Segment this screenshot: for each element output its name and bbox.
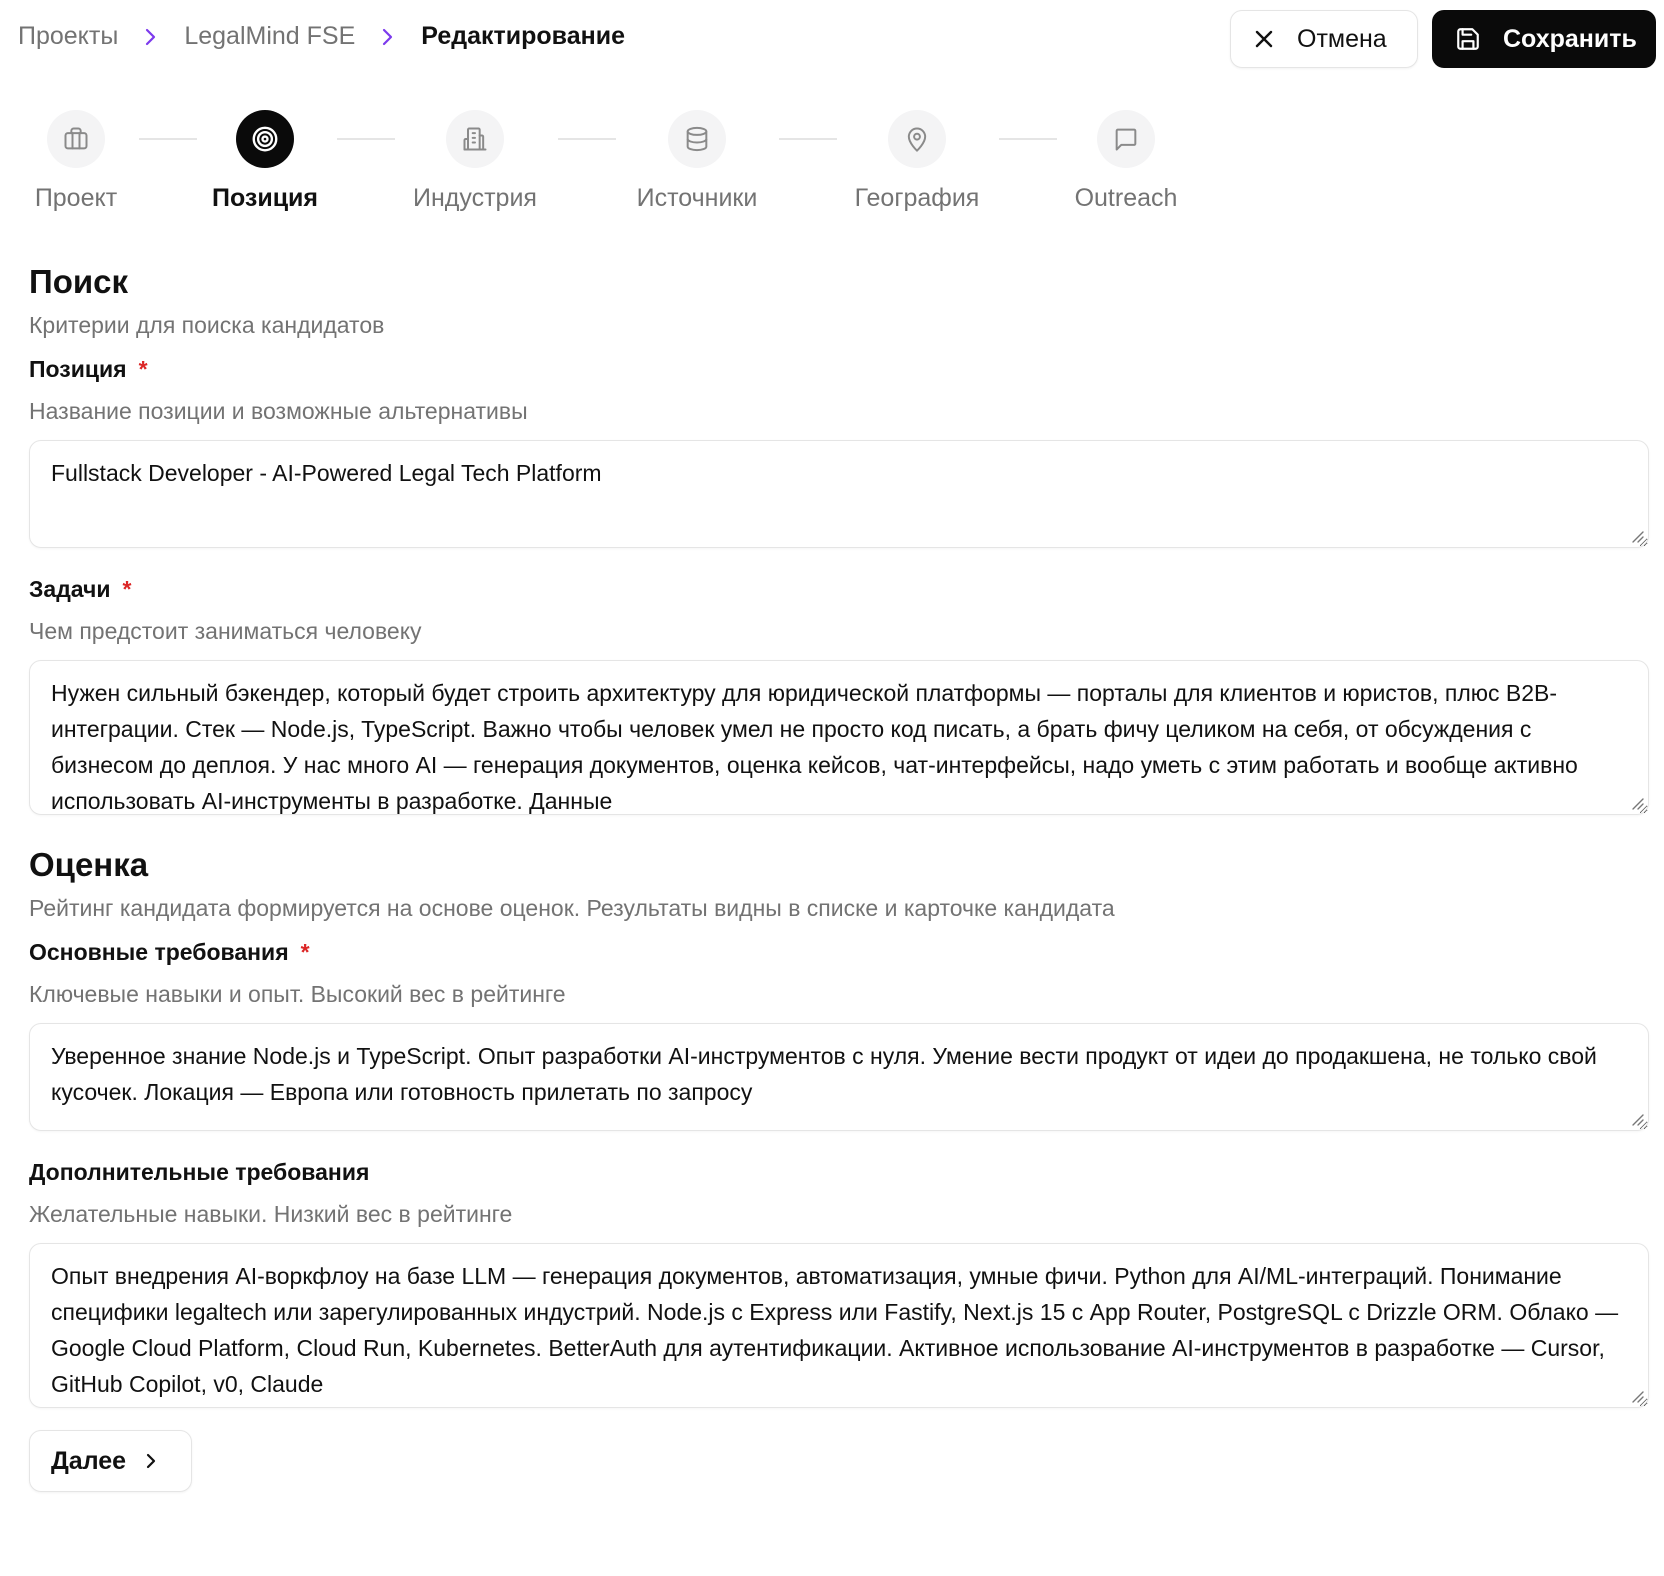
step-industry-label: Индустрия <box>413 184 537 212</box>
step-project-circle[interactable] <box>47 110 105 168</box>
tasks-label-text: Задачи <box>29 576 111 602</box>
step-industry-circle[interactable] <box>446 110 504 168</box>
next-button-label: Далее <box>51 1446 127 1475</box>
required-mark: * <box>300 939 310 965</box>
extra-requirements-label-text: Дополнительные требования <box>29 1159 370 1185</box>
extra-requirements-textarea[interactable]: Опыт внедрения AI-воркфлоу на базе LLM —… <box>29 1243 1649 1408</box>
search-section-title: Поиск <box>29 263 129 300</box>
target-icon <box>252 126 278 152</box>
step-outreach[interactable]: Outreach <box>1026 110 1226 213</box>
extra-requirements-wrapper: Опыт внедрения AI-воркфлоу на базе LLM —… <box>29 1243 1649 1408</box>
tasks-field-wrapper: Нужен сильный бэкендер, который будет ст… <box>29 660 1649 815</box>
breadcrumb: Проекты LegalMind FSE Редактирование <box>18 22 625 51</box>
step-project-label: Проект <box>34 184 118 212</box>
breadcrumb-current: Редактирование <box>421 22 625 50</box>
chevron-right-icon <box>144 1451 158 1471</box>
tasks-textarea[interactable]: Нужен сильный бэкендер, который будет ст… <box>29 660 1649 815</box>
step-geography-circle[interactable] <box>888 110 946 168</box>
building-icon <box>463 127 487 151</box>
step-position-circle[interactable] <box>236 110 294 168</box>
message-square-icon <box>1115 128 1137 151</box>
core-requirements-label-text: Основные требования <box>29 939 289 965</box>
breadcrumb-projects[interactable]: Проекты <box>18 22 118 51</box>
step-position-label: Позиция <box>211 184 319 212</box>
core-requirements-help: Ключевые навыки и опыт. Высокий вес в ре… <box>29 981 566 1007</box>
form-content: Поиск Критерии для поиска кандидатов Поз… <box>29 262 1649 1492</box>
map-pin-icon <box>907 127 927 152</box>
step-industry[interactable]: Индустрия <box>375 110 575 213</box>
required-mark: * <box>122 576 132 602</box>
step-outreach-label: Outreach <box>1074 184 1178 212</box>
evaluation-section-title: Оценка <box>29 846 149 883</box>
core-requirements-wrapper: Уверенное знание Node.js и TypeScript. О… <box>29 1023 1649 1131</box>
search-section-description: Критерии для поиска кандидатов <box>29 312 385 338</box>
breadcrumb-project[interactable]: LegalMind FSE <box>184 22 355 51</box>
step-outreach-circle[interactable] <box>1097 110 1155 168</box>
position-field-wrapper: Fullstack Developer - AI-Powered Legal T… <box>29 440 1649 548</box>
save-button[interactable]: Сохранить <box>1432 10 1656 68</box>
close-icon <box>1253 28 1275 50</box>
step-sources-label: Источники <box>636 184 758 212</box>
step-sources-circle[interactable] <box>668 110 726 168</box>
step-geography[interactable]: География <box>817 110 1017 213</box>
position-textarea[interactable]: Fullstack Developer - AI-Powered Legal T… <box>29 440 1649 548</box>
chevron-right-icon <box>381 26 395 48</box>
step-geography-label: География <box>854 184 980 212</box>
step-sources[interactable]: Источники <box>597 110 797 213</box>
extra-requirements-label: Дополнительные требования <box>29 1157 1649 1187</box>
cancel-button[interactable]: Отмена <box>1230 10 1418 68</box>
core-requirements-label: Основные требования * <box>29 937 1649 967</box>
database-icon <box>686 126 708 152</box>
evaluation-section-description: Рейтинг кандидата формируется на основе … <box>29 895 1115 921</box>
tasks-field-label: Задачи * <box>29 574 1649 604</box>
briefcase-icon <box>64 127 88 150</box>
next-button[interactable]: Далее <box>29 1430 192 1492</box>
core-requirements-textarea[interactable]: Уверенное знание Node.js и TypeScript. О… <box>29 1023 1649 1131</box>
tasks-field-help: Чем предстоит заниматься человеку <box>29 618 422 644</box>
position-label-text: Позиция <box>29 356 127 382</box>
step-position[interactable]: Позиция <box>165 110 365 213</box>
extra-requirements-help: Желательные навыки. Низкий вес в рейтинг… <box>29 1201 513 1227</box>
position-field-label: Позиция * <box>29 354 1649 384</box>
chevron-right-icon <box>144 26 158 48</box>
top-bar: Проекты LegalMind FSE Редактирование Отм… <box>0 0 1664 80</box>
required-mark: * <box>138 356 148 382</box>
position-field-help: Название позиции и возможные альтернатив… <box>29 398 528 424</box>
wizard-stepper: Проект Позиция Индустрия Источники Геогр… <box>0 110 1664 230</box>
cancel-button-label: Отмена <box>1297 24 1387 53</box>
save-button-label: Сохранить <box>1503 24 1637 53</box>
save-icon <box>1455 26 1481 52</box>
step-project[interactable]: Проект <box>0 110 176 213</box>
header-actions: Отмена Сохранить <box>1230 10 1656 68</box>
